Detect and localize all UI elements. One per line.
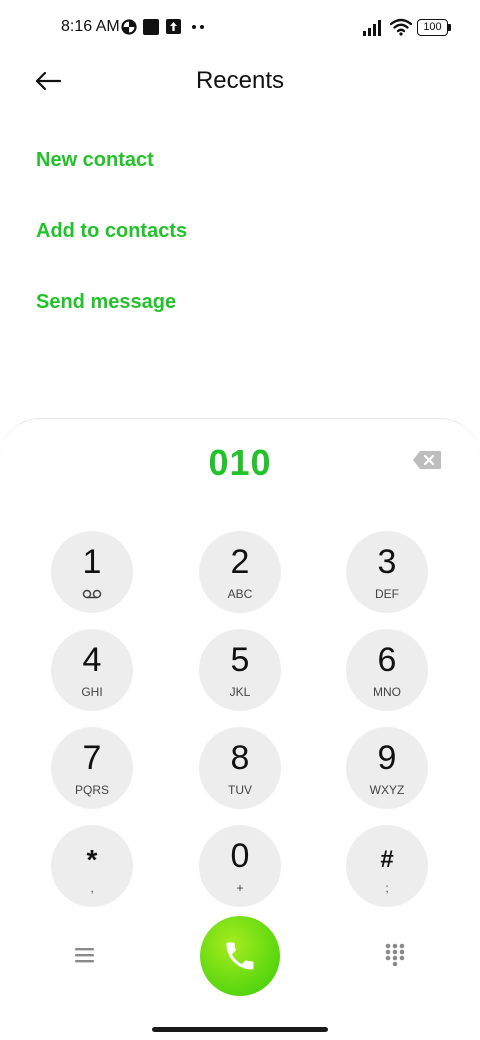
key-0[interactable]: 0 + bbox=[199, 825, 281, 907]
key-digit: 5 bbox=[230, 641, 250, 679]
upload-notification-icon bbox=[166, 19, 181, 34]
backspace-button[interactable] bbox=[412, 450, 444, 472]
key-letters: JKL bbox=[229, 685, 251, 699]
add-to-contacts-action[interactable]: Add to contacts bbox=[36, 220, 187, 243]
call-button[interactable] bbox=[200, 916, 280, 996]
key-letters: TUV bbox=[228, 783, 252, 797]
key-digit: 0 bbox=[230, 837, 250, 875]
key-digit: 4 bbox=[82, 641, 102, 679]
backspace-icon bbox=[413, 451, 441, 469]
key-7[interactable]: 7 PQRS bbox=[51, 727, 133, 809]
key-digit: 2 bbox=[230, 543, 250, 581]
key-star[interactable]: * , bbox=[51, 825, 133, 907]
voicemail-icon bbox=[82, 589, 102, 599]
signal-icon bbox=[363, 20, 381, 36]
key-letters: DEF bbox=[375, 587, 399, 601]
key-digit: 3 bbox=[377, 543, 397, 581]
data-saver-icon bbox=[121, 19, 137, 35]
key-3[interactable]: 3 DEF bbox=[346, 531, 428, 613]
status-bar: 8:16 AM 100 bbox=[0, 0, 480, 56]
key-1[interactable]: 1 bbox=[51, 531, 133, 613]
key-digit: * bbox=[86, 844, 98, 875]
home-indicator[interactable] bbox=[152, 1027, 328, 1032]
menu-icon bbox=[75, 948, 94, 963]
battery-icon: 100 bbox=[417, 19, 451, 36]
wifi-icon bbox=[390, 18, 412, 36]
key-letters: + bbox=[236, 881, 244, 895]
key-letters: MNO bbox=[373, 685, 401, 699]
new-contact-action[interactable]: New contact bbox=[36, 149, 154, 172]
battery-level: 100 bbox=[423, 21, 442, 33]
key-8[interactable]: 8 TUV bbox=[199, 727, 281, 809]
status-time: 8:16 AM bbox=[61, 18, 120, 35]
phone-icon bbox=[226, 942, 254, 970]
key-letters: GHI bbox=[81, 685, 103, 699]
key-digit: 1 bbox=[82, 543, 102, 581]
key-9[interactable]: 9 WXYZ bbox=[346, 727, 428, 809]
key-letters: ABC bbox=[227, 587, 253, 601]
square-notification-icon bbox=[143, 19, 159, 35]
key-digit: # bbox=[380, 846, 394, 873]
key-digit: 7 bbox=[82, 739, 102, 777]
key-letters: WXYZ bbox=[369, 783, 405, 797]
dialpad-icon bbox=[385, 943, 405, 967]
key-5[interactable]: 5 JKL bbox=[199, 629, 281, 711]
key-letters: , bbox=[90, 881, 94, 895]
key-letters: ; bbox=[385, 881, 389, 895]
key-digit: 6 bbox=[377, 641, 397, 679]
key-hash[interactable]: # ; bbox=[346, 825, 428, 907]
key-6[interactable]: 6 MNO bbox=[346, 629, 428, 711]
more-notifications-icon bbox=[192, 25, 204, 29]
key-letters: PQRS bbox=[74, 783, 109, 797]
send-message-action[interactable]: Send message bbox=[36, 291, 176, 314]
key-digit: 8 bbox=[230, 739, 250, 777]
menu-button[interactable] bbox=[72, 942, 98, 968]
dialed-number: 010 bbox=[208, 442, 272, 483]
page-title: Recents bbox=[195, 67, 285, 94]
key-digit: 9 bbox=[377, 739, 397, 777]
key-2[interactable]: 2 ABC bbox=[199, 531, 281, 613]
key-4[interactable]: 4 GHI bbox=[51, 629, 133, 711]
dialpad-toggle-button[interactable] bbox=[383, 942, 407, 968]
